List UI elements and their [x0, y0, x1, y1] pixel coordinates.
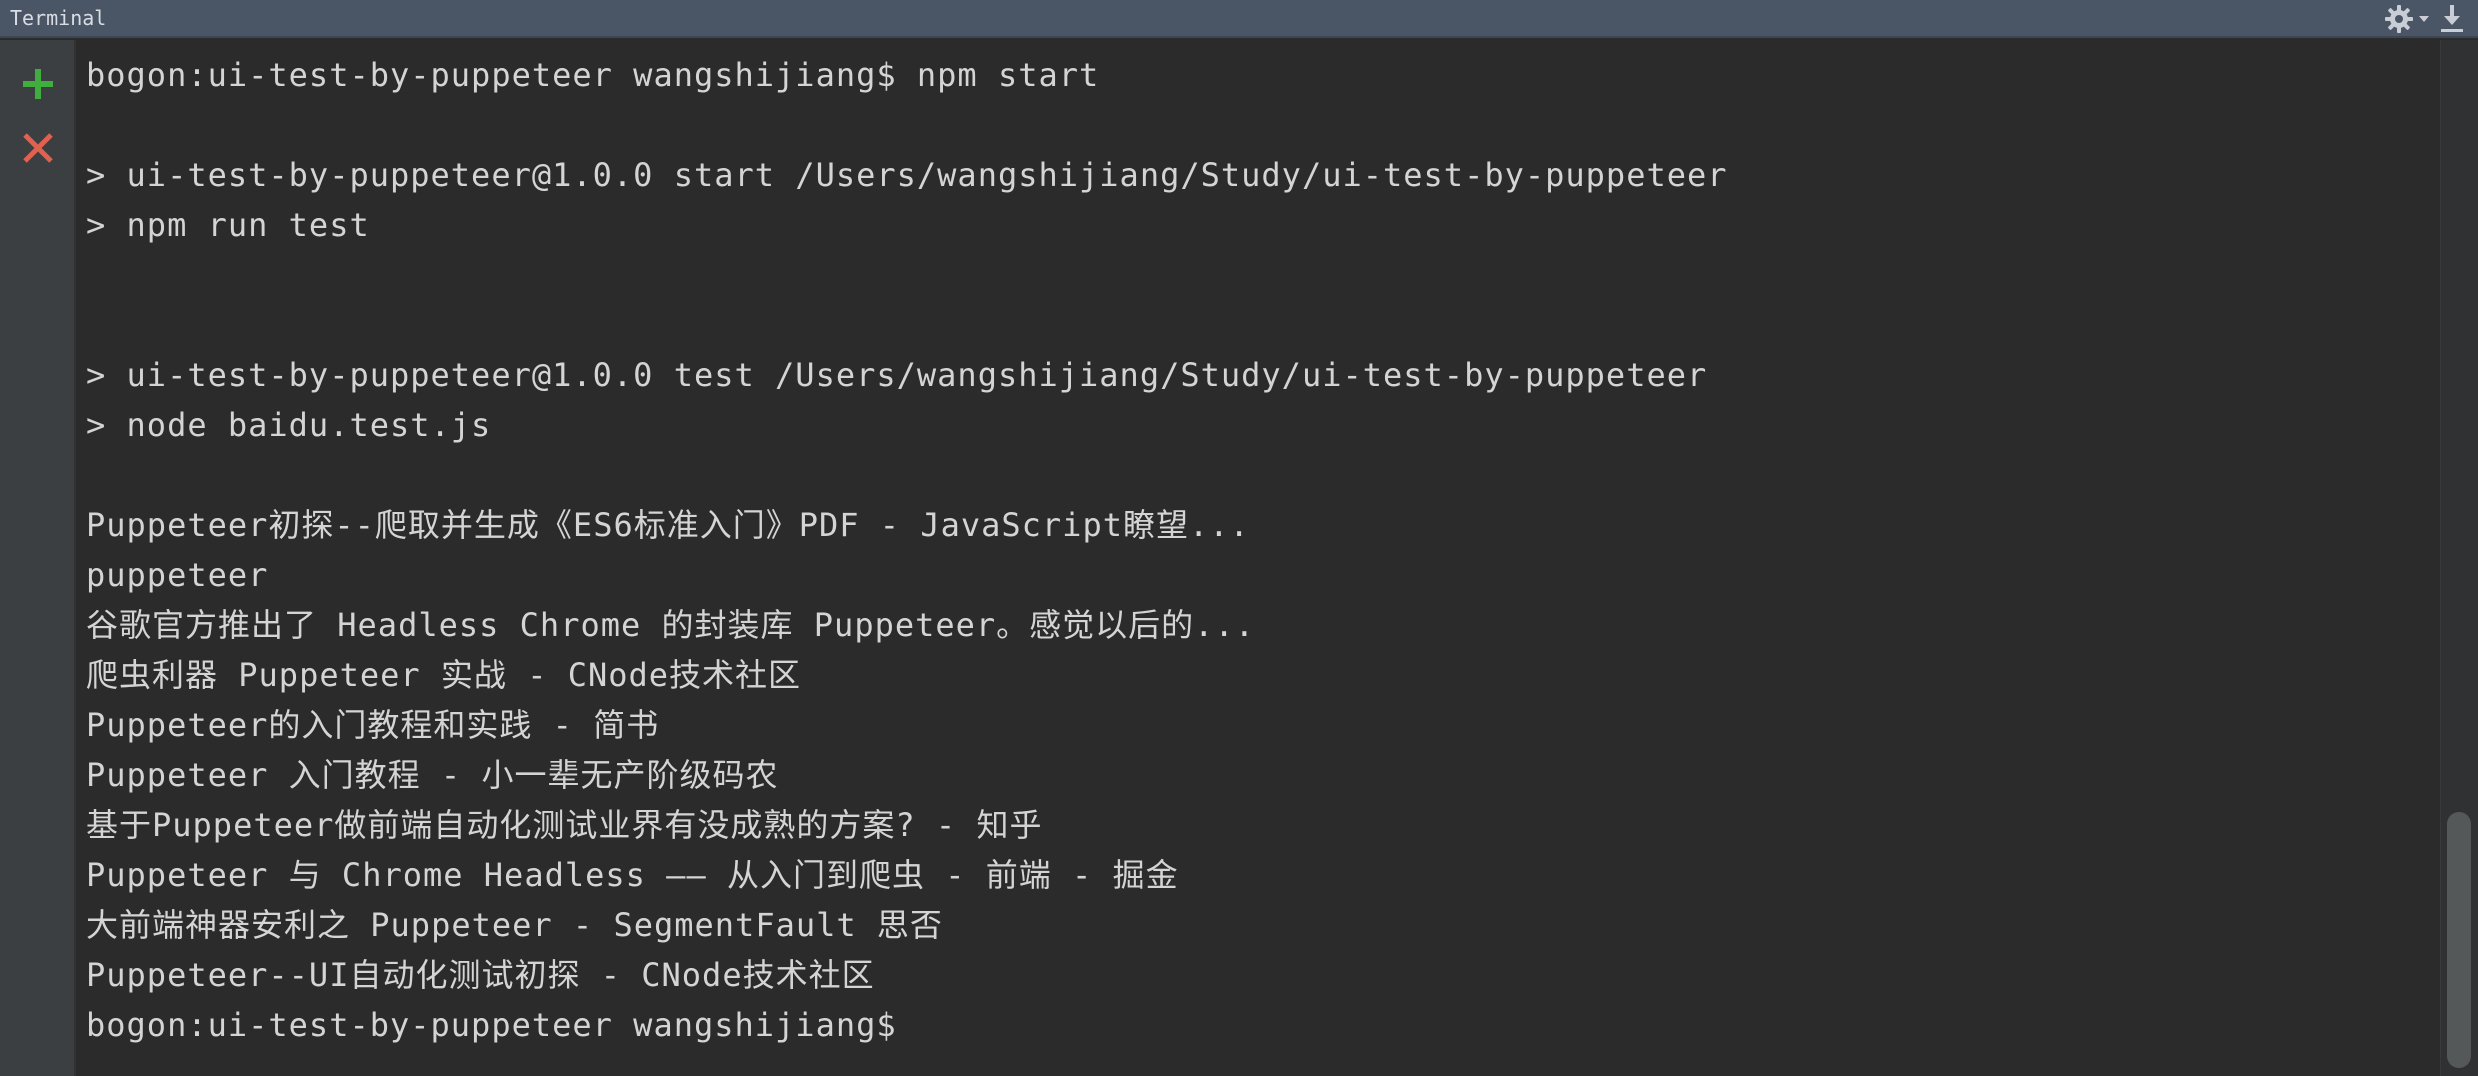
terminal-line: 爬虫利器 Puppeteer 实战 - CNode技术社区: [86, 656, 802, 694]
plus-icon[interactable]: [16, 62, 60, 106]
terminal-line: 大前端神器安利之 Puppeteer - SegmentFault 思否: [86, 906, 943, 944]
terminal-line: > ui-test-by-puppeteer@1.0.0 test /Users…: [86, 356, 1708, 394]
terminal-line: Puppeteer 入门教程 - 小一辈无产阶级码农: [86, 756, 779, 794]
terminal-line: 谷歌官方推出了 Headless Chrome 的封装库 Puppeteer。感…: [86, 606, 1255, 644]
terminal-line: > npm run test: [86, 206, 370, 244]
terminal-line: > node baidu.test.js: [86, 406, 492, 444]
terminal-line: bogon:ui-test-by-puppeteer wangshijiang$…: [86, 56, 1100, 94]
terminal-line: Puppeteer--UI自动化测试初探 - CNode技术社区: [86, 956, 875, 994]
download-icon[interactable]: [2438, 2, 2466, 36]
close-icon[interactable]: [16, 126, 60, 170]
terminal-line: 基于Puppeteer做前端自动化测试业界有没成熟的方案? - 知乎: [86, 806, 1043, 844]
terminal-titlebar: Terminal: [0, 0, 2478, 38]
terminal-line: Puppeteer 与 Chrome Headless —— 从入门到爬虫 - …: [86, 856, 1179, 894]
terminal-line: puppeteer: [86, 556, 269, 594]
terminal-output[interactable]: bogon:ui-test-by-puppeteer wangshijiang$…: [78, 40, 2440, 1076]
chevron-down-icon[interactable]: [2418, 14, 2430, 24]
gear-icon[interactable]: [2384, 4, 2414, 34]
terminal-line: Puppeteer的入门教程和实践 - 简书: [86, 706, 660, 744]
window-title: Terminal: [10, 6, 107, 30]
terminal-toolstrip: [0, 40, 76, 1076]
terminal-prompt: bogon:ui-test-by-puppeteer wangshijiang$: [86, 1006, 897, 1044]
terminal-line: Puppeteer初探--爬取并生成《ES6标准入门》PDF - JavaScr…: [86, 506, 1250, 544]
scrollbar-thumb[interactable]: [2447, 812, 2471, 1068]
vertical-scrollbar[interactable]: [2440, 40, 2478, 1076]
terminal-line: > ui-test-by-puppeteer@1.0.0 start /User…: [86, 156, 1728, 194]
